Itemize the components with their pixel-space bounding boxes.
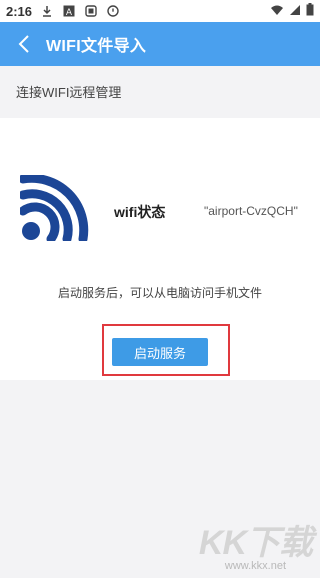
wifi-icon <box>270 4 284 19</box>
svg-text:A: A <box>66 8 73 17</box>
wifi-panel: wifi状态 "airport-CvzQCH" 启动服务后，可以从电脑访问手机文… <box>0 118 320 380</box>
section-header: 连接WIFI远程管理 <box>0 66 320 116</box>
watermark: KK下载 www.kkx.net <box>198 515 313 572</box>
status-right-group <box>270 3 314 19</box>
section-header-label: 连接WIFI远程管理 <box>16 84 122 100</box>
app-bar: WIFI文件导入 <box>0 22 320 66</box>
shield-icon <box>106 4 120 18</box>
service-hint: 启动服务后，可以从电脑访问手机文件 <box>57 286 262 300</box>
signal-icon <box>289 4 301 19</box>
back-arrow-icon <box>18 35 29 53</box>
wifi-status-value: "airport-CvzQCH" <box>204 204 298 218</box>
battery-icon <box>306 3 314 19</box>
status-bar: 2:16 A <box>0 0 320 22</box>
back-button[interactable] <box>6 22 42 66</box>
start-service-button[interactable]: 启动服务 <box>112 338 208 366</box>
page-title: WIFI文件导入 <box>46 38 147 55</box>
status-time: 2:16 <box>6 3 33 19</box>
media-icon <box>84 4 98 18</box>
wifi-status-label: wifi状态 <box>114 204 166 220</box>
wifi-logo-icon <box>20 175 89 241</box>
download-icon <box>40 4 54 18</box>
watermark-logo: KK下载 <box>198 524 313 562</box>
font-a-icon: A <box>62 4 76 18</box>
